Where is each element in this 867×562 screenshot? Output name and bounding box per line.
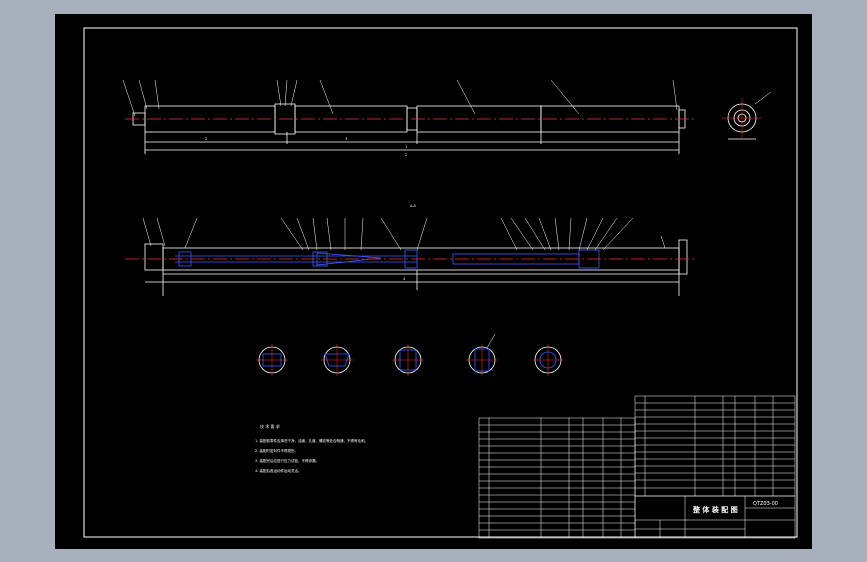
parts-list [478,417,636,539]
parts-list-upper [634,395,796,497]
drawing-sheet: 2 3 1 2 A-A 4 技 术 要 求 1. 装配前零件应清洗干净，油道、孔… [83,27,798,539]
title-block-name: 整 体 装 配 图 [692,505,738,514]
title-block-code: QTZ03-00 [753,501,778,507]
detail-views [256,333,564,376]
svg-text:1: 1 [405,145,407,149]
top-assembly-view: 2 3 1 2 [122,79,695,157]
cad-viewport[interactable]: 2 3 1 2 A-A 4 技 术 要 求 1. 装配前零件应清洗干净，油道、孔… [55,14,812,549]
svg-text:2: 2 [205,137,207,141]
note-line-4: 4. 装配后各运动件运动灵活。 [255,468,301,473]
svg-text:2: 2 [405,153,407,157]
detail-view-4 [466,333,498,376]
note-line-3: 3. 装配完后应进行压力试验，不得渗漏。 [255,458,319,463]
notes-title: 技 术 要 求 [260,423,280,429]
note-line-1: 1. 装配前零件应清洗干净，油道、孔道、螺纹等处应畅通，不得有毛刺。 [255,438,368,443]
section-label: A-A [410,204,417,208]
svg-text:3: 3 [345,137,347,141]
technical-notes: 技 术 要 求 1. 装配前零件应清洗干净，油道、孔道、螺纹等处应畅通，不得有毛… [255,423,368,473]
svg-text:4: 4 [403,277,406,281]
title-block: 整 体 装 配 图 QTZ03-00 [634,495,796,539]
detail-view-2 [321,344,353,376]
detail-view-5 [532,344,564,376]
end-view [722,91,772,140]
detail-view-3 [392,344,424,376]
section-end-left [144,243,164,271]
note-line-2: 2. 装配时密封件不得损伤。 [255,448,298,453]
detail-view-1 [256,344,288,376]
drawing-frame [83,27,798,538]
section-end-right [678,239,688,275]
section-view: A-A 4 [125,204,695,296]
